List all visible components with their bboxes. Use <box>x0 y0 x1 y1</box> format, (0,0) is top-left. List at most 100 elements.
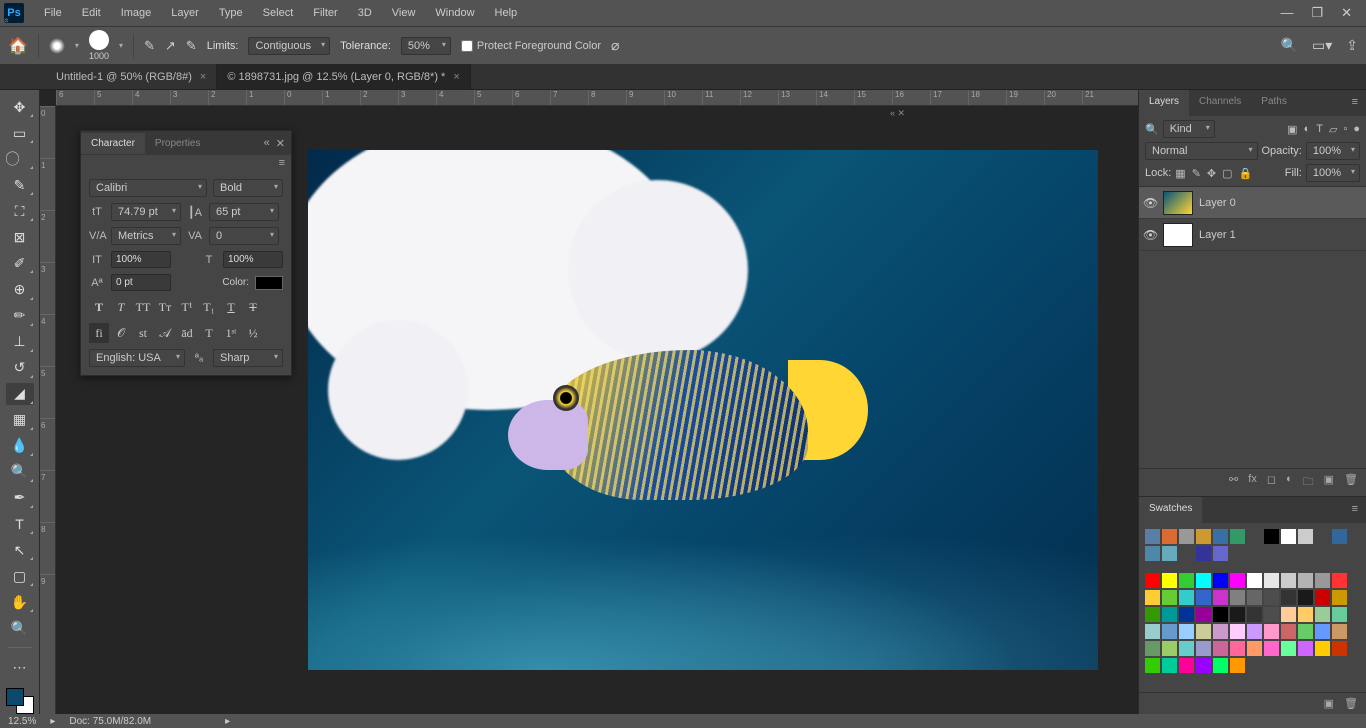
menu-filter[interactable]: Filter <box>303 3 347 23</box>
leading-input[interactable]: 65 pt <box>209 203 279 221</box>
swatch[interactable] <box>1162 641 1177 656</box>
kerning-input[interactable]: Metrics <box>111 227 181 245</box>
limits-dropdown[interactable]: Contiguous <box>248 37 330 55</box>
swatch[interactable] <box>1264 590 1279 605</box>
swatch[interactable] <box>1298 573 1313 588</box>
menu-layer[interactable]: Layer <box>161 3 209 23</box>
hand-tool[interactable]: ✋ <box>6 591 34 613</box>
collapse-icon[interactable]: « <box>264 137 270 150</box>
swatch[interactable] <box>1264 641 1279 656</box>
shape-tool[interactable]: ▢ <box>6 565 34 587</box>
swatch[interactable] <box>1298 607 1313 622</box>
swatch[interactable] <box>1179 529 1194 544</box>
menu-edit[interactable]: Edit <box>72 3 111 23</box>
menu-file[interactable]: File <box>34 3 72 23</box>
swatch[interactable] <box>1196 624 1211 639</box>
swatch[interactable] <box>1213 529 1228 544</box>
swatch[interactable] <box>1281 607 1296 622</box>
blend-mode-dropdown[interactable]: Normal <box>1145 142 1258 160</box>
sample-icon-2[interactable]: ↗ <box>165 38 176 54</box>
swatch[interactable] <box>1196 658 1211 673</box>
lasso-tool[interactable]: ⃝ <box>6 148 34 170</box>
italic-button[interactable]: T <box>111 297 131 317</box>
swatch[interactable] <box>1213 658 1228 673</box>
toggle-panels-icon[interactable]: « <box>2 18 12 23</box>
swatch[interactable] <box>1179 607 1194 622</box>
brush-preset-1[interactable] <box>49 38 65 54</box>
swatch[interactable] <box>1230 641 1245 656</box>
eraser-tool[interactable]: ◢ <box>6 383 34 405</box>
swatch[interactable] <box>1298 624 1313 639</box>
swatch[interactable] <box>1213 624 1228 639</box>
sample-icon[interactable]: ✎ <box>144 38 155 54</box>
swatch[interactable] <box>1281 641 1296 656</box>
tracking-input[interactable]: 0 <box>209 227 279 245</box>
tab-character[interactable]: Character <box>81 133 145 154</box>
minimize-icon[interactable]: — <box>1280 5 1293 21</box>
allcaps-button[interactable]: TT <box>133 297 153 317</box>
fractions-button[interactable]: ½ <box>243 323 263 343</box>
lock-position-icon[interactable]: ✥ <box>1207 167 1216 180</box>
swatch[interactable] <box>1145 590 1160 605</box>
type-tool[interactable]: T <box>6 513 34 535</box>
swatch[interactable] <box>1196 529 1211 544</box>
swatch[interactable] <box>1298 590 1313 605</box>
visibility-icon[interactable]: 👁 <box>1143 196 1157 210</box>
swatch[interactable] <box>1162 529 1177 544</box>
brush-preset-2[interactable]: 1000 <box>89 30 109 61</box>
home-icon[interactable]: 🏠 <box>8 36 28 56</box>
stylistic-button[interactable]: ād <box>177 323 197 343</box>
swatch[interactable] <box>1298 641 1313 656</box>
close-tab-icon[interactable]: × <box>200 71 206 83</box>
filter-smart-icon[interactable]: ▫ <box>1343 123 1347 136</box>
swatch[interactable] <box>1213 590 1228 605</box>
tab-swatches[interactable]: Swatches <box>1139 497 1202 523</box>
swatch[interactable] <box>1332 624 1347 639</box>
filter-shape-icon[interactable]: ▱ <box>1329 123 1337 136</box>
swatch[interactable] <box>1264 529 1279 544</box>
swatch[interactable] <box>1247 624 1262 639</box>
document-tab[interactable]: © 1898731.jpg @ 12.5% (Layer 0, RGB/8*) … <box>217 64 470 89</box>
swatch[interactable] <box>1196 607 1211 622</box>
collapse-right-icon[interactable]: « ✕ <box>890 108 905 119</box>
menu-image[interactable]: Image <box>111 3 162 23</box>
menu-type[interactable]: Type <box>209 3 253 23</box>
layer-thumbnail[interactable] <box>1163 191 1193 215</box>
swatch[interactable] <box>1145 607 1160 622</box>
brush-tool[interactable]: ✏ <box>6 305 34 327</box>
swatch[interactable] <box>1230 658 1245 673</box>
panel-menu-icon[interactable]: ≡ <box>279 157 285 169</box>
tolerance-dropdown[interactable]: 50% <box>401 37 451 55</box>
swatch[interactable] <box>1179 624 1194 639</box>
panel-menu-icon[interactable]: ≡ <box>1344 497 1366 523</box>
swatch[interactable] <box>1281 573 1296 588</box>
share-icon[interactable]: ⇪ <box>1346 37 1358 54</box>
swatch[interactable] <box>1230 573 1245 588</box>
close-panel-icon[interactable]: ✕ <box>276 137 285 150</box>
filter-adjust-icon[interactable]: ◐ <box>1304 123 1311 136</box>
swatch[interactable] <box>1162 607 1177 622</box>
frame-tool[interactable]: ⊠ <box>6 226 34 248</box>
font-size-input[interactable]: 74.79 pt <box>111 203 181 221</box>
crop-tool[interactable]: ⛶ <box>6 200 34 222</box>
swatch[interactable] <box>1196 573 1211 588</box>
stamp-tool[interactable]: ⊥ <box>6 331 34 353</box>
strikethrough-button[interactable]: T <box>243 297 263 317</box>
language-dropdown[interactable]: English: USA <box>89 349 185 367</box>
swatch[interactable] <box>1145 546 1160 561</box>
gradient-tool[interactable]: ▦ <box>6 409 34 431</box>
layer-thumbnail[interactable] <box>1163 223 1193 247</box>
swatch[interactable] <box>1145 573 1160 588</box>
foreground-background-colors[interactable] <box>6 688 34 714</box>
swatch[interactable] <box>1332 573 1347 588</box>
lock-artboard-icon[interactable]: ▢ <box>1222 167 1232 180</box>
tab-paths[interactable]: Paths <box>1251 90 1297 116</box>
baseline-input[interactable] <box>111 274 171 291</box>
swatch[interactable] <box>1247 607 1262 622</box>
marquee-tool[interactable]: ▭ <box>6 122 34 144</box>
swatch[interactable] <box>1315 607 1330 622</box>
layer-name[interactable]: Layer 1 <box>1199 229 1236 241</box>
discretionary-button[interactable]: st <box>133 323 153 343</box>
visibility-icon[interactable]: 👁 <box>1143 228 1157 242</box>
layer-group-icon[interactable]: 🗀 <box>1303 473 1314 492</box>
